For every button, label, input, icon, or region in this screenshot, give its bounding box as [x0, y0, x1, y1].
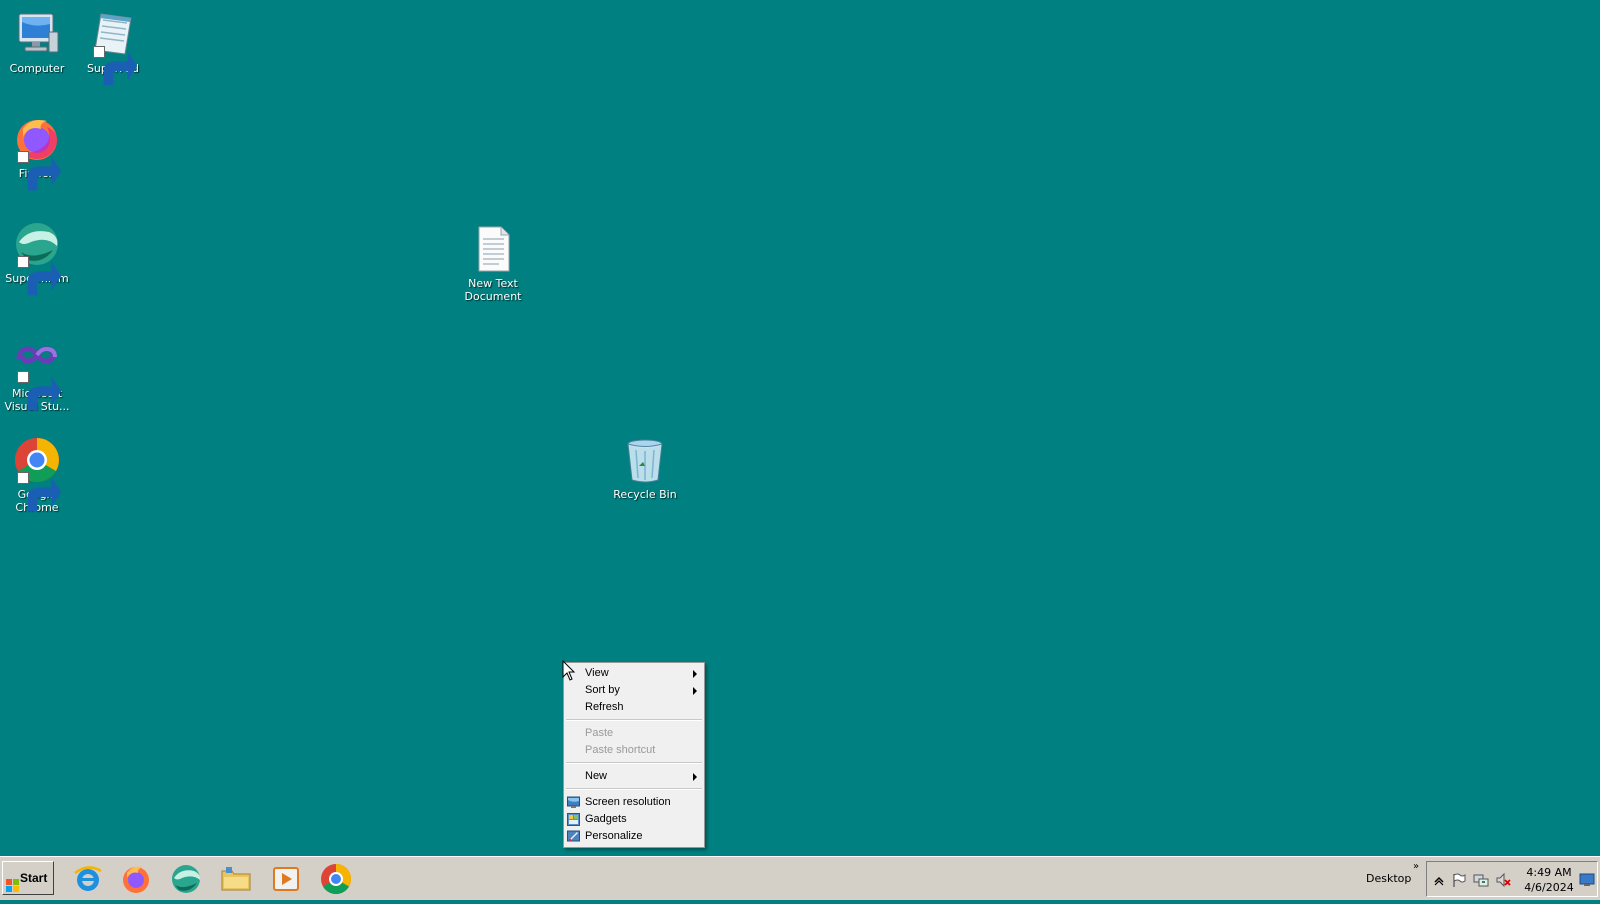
desktop-icon-new-text-document[interactable]: New Text Document [455, 225, 531, 303]
firefox-icon [13, 115, 62, 191]
desktop-icon-visual-studio[interactable]: Microsoft Visual Stu... [0, 335, 75, 413]
show-desktop-icon[interactable] [1579, 871, 1595, 887]
supermium-icon [172, 865, 201, 893]
menu-item-label: New [585, 770, 608, 782]
desktop-toolbar[interactable]: Desktop [1366, 872, 1411, 885]
shortcut-arrow-icon [17, 151, 62, 191]
toolbar-chevron-icon[interactable]: » [1413, 861, 1419, 872]
personalize-icon [567, 830, 580, 843]
menu-item-label: Paste shortcut [585, 744, 656, 756]
clock-date: 4/6/2024 [1524, 881, 1574, 894]
taskbar-internet-explorer[interactable] [72, 863, 104, 895]
menu-separator [566, 719, 702, 721]
desktop-icon-label: Recycle Bin [613, 488, 677, 501]
shortcut-arrow-icon [17, 472, 62, 512]
text-document-icon [469, 225, 517, 273]
shortcut-arrow-icon [17, 371, 62, 411]
clock[interactable]: 4:49 AM 4/6/2024 [1523, 865, 1575, 895]
supermium-icon [13, 220, 62, 296]
notepad-icon [89, 10, 138, 86]
desktop-icon-computer[interactable]: Computer [0, 10, 75, 75]
chrome-icon [13, 436, 62, 512]
taskbar-supermium[interactable] [170, 863, 202, 895]
menu-item-label: Paste [585, 727, 614, 739]
taskbar: Start Desktop » 4:49 AM 4/6/2024 [0, 856, 1600, 900]
menu-separator [566, 788, 702, 790]
desktop[interactable]: Computer SuperPad [0, 0, 1600, 856]
submenu-arrow-icon [693, 687, 697, 695]
menu-item-label: Refresh [585, 701, 624, 713]
desktop-icon-label: Computer [9, 62, 65, 75]
shortcut-arrow-icon [17, 256, 62, 296]
internet-explorer-icon [74, 866, 102, 891]
desktop-icon-recycle-bin[interactable]: Recycle Bin [607, 436, 683, 501]
media-player-icon [273, 867, 299, 891]
menu-item-label: Sort by [585, 684, 620, 696]
mouse-cursor-icon [562, 659, 576, 682]
taskbar-chrome[interactable] [320, 863, 352, 895]
desktop-context-menu[interactable]: View Sort by Refresh Paste Paste shortcu… [563, 662, 705, 848]
start-button[interactable]: Start [2, 861, 54, 895]
gadgets-icon [567, 813, 580, 826]
desktop-icon-label: New Text Document [464, 277, 522, 303]
volume-muted-icon[interactable] [1495, 872, 1511, 888]
start-label: Start [20, 871, 48, 885]
menu-item-gadgets[interactable]: Gadgets [564, 811, 704, 828]
menu-item-personalize[interactable]: Personalize [564, 828, 704, 845]
shortcut-arrow-icon [93, 46, 138, 86]
menu-item-sort-by[interactable]: Sort by [564, 682, 704, 699]
windows-logo-icon [6, 872, 19, 892]
menu-item-label: Screen resolution [585, 796, 671, 808]
submenu-arrow-icon [693, 773, 697, 781]
taskbar-media-player[interactable] [270, 863, 302, 895]
menu-item-refresh[interactable]: Refresh [564, 699, 704, 716]
menu-item-view[interactable]: View [564, 665, 704, 682]
menu-item-label: Gadgets [585, 813, 627, 825]
taskbar-file-explorer[interactable] [220, 863, 252, 895]
desktop-icon-superpad[interactable]: SuperPad [75, 10, 151, 86]
menu-item-paste-shortcut: Paste shortcut [564, 742, 704, 759]
desktop-icon-google-chrome[interactable]: Google Chrome [0, 436, 75, 514]
menu-item-label: Personalize [585, 830, 643, 842]
menu-item-screen-resolution[interactable]: Screen resolution [564, 794, 704, 811]
submenu-arrow-icon [693, 670, 697, 678]
desktop-icon-firefox[interactable]: Firefox [0, 115, 75, 191]
menu-item-paste: Paste [564, 725, 704, 742]
taskbar-firefox[interactable] [120, 863, 152, 895]
computer-icon [13, 10, 61, 58]
file-explorer-icon [221, 867, 251, 891]
menu-separator [566, 762, 702, 764]
system-tray: 4:49 AM 4/6/2024 [1426, 861, 1598, 897]
menu-item-new[interactable]: New [564, 768, 704, 785]
screen-resolution-icon [567, 796, 580, 809]
clock-time: 4:49 AM [1526, 866, 1572, 879]
recycle-bin-icon [621, 436, 669, 484]
firefox-icon [123, 866, 149, 893]
action-center-flag-icon[interactable] [1451, 872, 1467, 888]
chrome-icon [321, 864, 352, 895]
menu-item-label: View [585, 667, 609, 679]
show-hidden-icons-icon[interactable] [1431, 872, 1447, 888]
desktop-icon-supermium[interactable]: Supermium [0, 220, 75, 296]
network-icon[interactable] [1473, 872, 1489, 888]
visual-studio-icon [13, 335, 62, 411]
